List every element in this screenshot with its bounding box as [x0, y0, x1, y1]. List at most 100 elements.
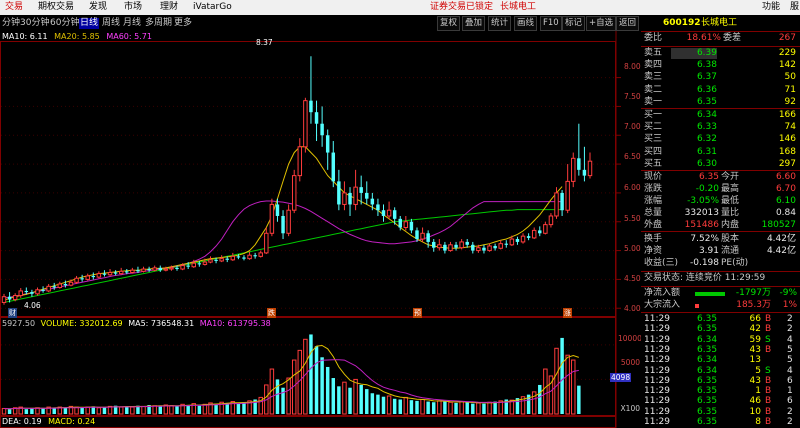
volume-bar	[102, 407, 107, 414]
flow-row: 大宗流入 185.3万 1%	[641, 300, 800, 311]
toolbar-back-button[interactable]: 返回	[616, 16, 640, 31]
candle-body	[365, 192, 369, 199]
candle-body	[18, 290, 23, 297]
ma20-legend: MA20: 5.85	[54, 32, 100, 41]
candle-body	[63, 284, 68, 286]
candle-body	[471, 244, 475, 251]
candle-body	[437, 244, 442, 249]
event-marker-drop[interactable]: 跌	[267, 308, 276, 318]
candle-body	[281, 215, 285, 234]
trade-lock-notice: 证券交易已锁定	[430, 2, 494, 12]
bid-row[interactable]: 买二 6.33 74	[641, 122, 800, 133]
toolbar-adjust-button[interactable]: 复权	[437, 16, 461, 31]
menu-item-discover[interactable]: 发现	[89, 2, 107, 13]
event-marker-finance[interactable]: 财	[8, 308, 17, 318]
menu-item-market[interactable]: 市场	[124, 2, 142, 13]
bid-row[interactable]: 买一 6.34 166	[641, 110, 800, 121]
event-marker-rise[interactable]: 涨	[563, 308, 572, 318]
divider	[641, 286, 800, 287]
ask-volume: 50	[784, 72, 796, 83]
menu-item-trade[interactable]: 交易	[5, 2, 23, 13]
period-60min[interactable]: 60分钟	[50, 18, 79, 29]
trade-status-text: 交易状态: 连续竞价 11:29:59	[644, 273, 766, 283]
volume-bar	[325, 366, 330, 414]
candle-body	[297, 146, 303, 177]
menu-item-options[interactable]: 期权交易	[38, 2, 74, 13]
divider	[641, 231, 800, 232]
toolbar-overlay-button[interactable]: 叠加	[462, 16, 486, 31]
volume-bar	[309, 334, 313, 414]
ask-volume: 71	[784, 84, 796, 95]
volume-bar	[370, 393, 375, 414]
period-monthly[interactable]: 月线	[123, 18, 141, 29]
flow-label: 净流入额	[644, 288, 681, 298]
bid-label: 买二	[644, 122, 663, 133]
ask-row[interactable]: 卖三 6.37 50	[641, 72, 800, 83]
candle-body	[291, 175, 297, 211]
stat-row: 净资 3.91 流通 4.42亿	[641, 246, 800, 257]
bid-row[interactable]: 买四 6.31 168	[641, 147, 800, 158]
period-minute[interactable]: 分钟	[2, 18, 20, 29]
candle-body	[147, 269, 151, 271]
kline-chart-svg[interactable]	[0, 31, 640, 428]
candle-body	[409, 221, 414, 231]
bid-row[interactable]: 买三 6.32 146	[641, 134, 800, 145]
menu-item-service[interactable]: 服	[790, 2, 799, 13]
ask-row[interactable]: 卖四 6.38 142	[641, 60, 800, 71]
ask-label: 卖三	[644, 72, 663, 83]
bid-volume: 74	[784, 122, 796, 133]
candle-body	[1, 296, 7, 303]
bid-row[interactable]: 买五 6.30 297	[641, 159, 800, 170]
candle-body	[376, 204, 380, 211]
menu-item-finance[interactable]: 理财	[160, 2, 178, 13]
volume-bar	[471, 403, 475, 414]
period-daily[interactable]: 日线	[79, 18, 100, 29]
ma10-legend: MA10: 6.11	[2, 32, 48, 41]
period-multi[interactable]: 多周期	[145, 18, 172, 29]
candle-body	[258, 252, 263, 257]
candle-body	[398, 218, 402, 228]
kline-chart-area[interactable]: MA10: 6.11 MA20: 5.85 MA60: 5.71 8.00 7.…	[0, 31, 642, 428]
candle-body	[12, 295, 18, 301]
event-marker-forecast[interactable]: 预	[413, 308, 422, 318]
ask-volume: 142	[778, 60, 796, 71]
toolbar-draw-button[interactable]: 画线	[514, 16, 538, 31]
toolbar-stats-button[interactable]: 统计	[488, 16, 512, 31]
period-more[interactable]: 更多	[174, 18, 192, 29]
quote-label: 今开	[721, 172, 740, 182]
ask-row[interactable]: 卖二 6.36 71	[641, 85, 800, 96]
candle-body	[426, 233, 430, 242]
ask-label: 卖五	[644, 48, 663, 58]
price-tick-label: 5.50	[624, 214, 641, 223]
stock-code: 600192	[663, 18, 701, 28]
high-price-label: 8.37	[256, 38, 273, 47]
toolbar-f10-button[interactable]: F10	[540, 16, 562, 31]
candle-body	[370, 198, 375, 205]
volume-legend: 5927.50 VOLUME: 332012.69 MA5: 736548.31…	[2, 319, 271, 328]
period-weekly[interactable]: 周线	[102, 18, 120, 29]
tick-price: 6.35	[697, 417, 718, 427]
stat-row: 收益(三) -0.198 PE(动)	[641, 258, 800, 269]
stat-label: 股本	[721, 234, 740, 244]
volume-bar	[376, 394, 380, 414]
order-diff-label: 委差	[723, 33, 742, 43]
menu-item-function[interactable]: 功能	[762, 2, 780, 13]
volume-bar	[52, 407, 56, 414]
volume-bar	[197, 405, 202, 414]
order-diff-value: 267	[778, 33, 796, 43]
price-tick-label: 5.00	[624, 244, 641, 253]
candle-body	[197, 263, 202, 265]
quote-label: 外盘	[644, 220, 663, 230]
candle-body	[158, 267, 162, 271]
menu-item-ivatargo[interactable]: iVatarGo	[193, 2, 232, 13]
bid-volume: 297	[778, 158, 796, 169]
quote-label: 最高	[721, 184, 740, 194]
toolbar-add-watchlist-button[interactable]: +自选	[586, 16, 617, 31]
candle-body	[141, 268, 146, 272]
toolbar-mark-button[interactable]: 标记	[562, 16, 586, 31]
quote-value: 6.70	[775, 184, 796, 194]
ask-row[interactable]: 卖五 6.39 229	[641, 48, 800, 60]
period-30min[interactable]: 30分钟	[20, 18, 49, 29]
volume-bar	[465, 402, 469, 414]
ask-row[interactable]: 卖一 6.35 92	[641, 97, 800, 108]
